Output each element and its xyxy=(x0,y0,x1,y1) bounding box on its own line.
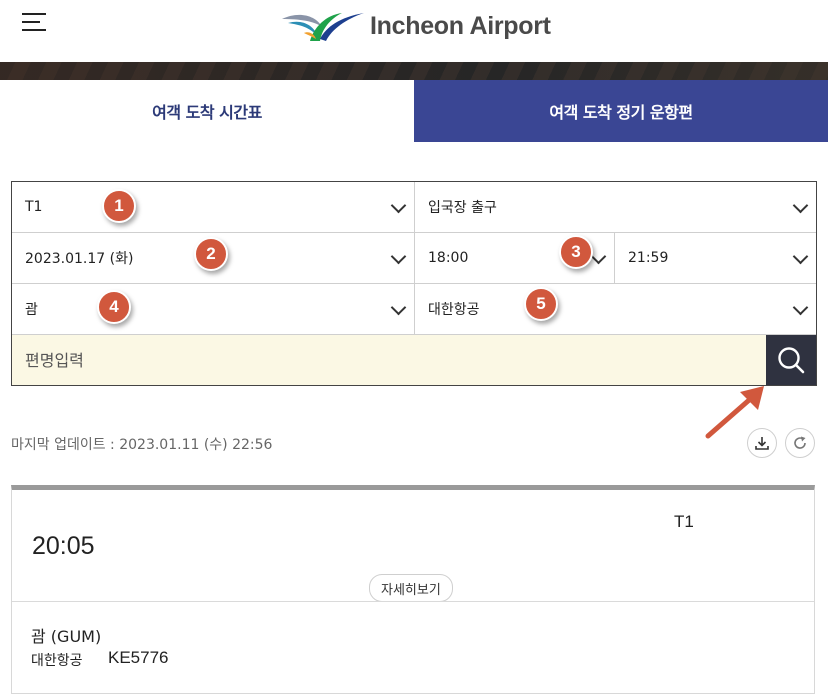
search-icon xyxy=(778,347,805,374)
time-to-select[interactable]: 21:59 xyxy=(614,233,816,283)
flight-number: KE5776 xyxy=(108,648,169,667)
airline-select[interactable]: 대한항공 xyxy=(414,284,816,334)
download-button[interactable] xyxy=(747,428,777,458)
exit-value: 입국장 출구 xyxy=(428,200,497,216)
tab-bar: 여객 도착 시간표 여객 도착 정기 운항편 xyxy=(0,80,828,142)
detail-button[interactable]: 자세히보기 xyxy=(369,574,453,602)
tab-regular-arrivals[interactable]: 여객 도착 정기 운항편 xyxy=(414,80,828,142)
chevron-down-icon xyxy=(390,248,407,265)
search-button[interactable] xyxy=(766,335,816,385)
time-to-value: 21:59 xyxy=(628,250,669,266)
refresh-icon xyxy=(794,436,806,449)
time-from-value: 18:00 xyxy=(428,250,469,266)
last-update-text: 마지막 업데이트 : 2023.01.11 (수) 22:56 xyxy=(11,437,273,453)
flight-number-input[interactable] xyxy=(12,335,766,385)
flight-destination: 괌 (GUM) xyxy=(31,627,102,646)
flight-time: 20:05 xyxy=(32,532,95,560)
annotation-badge-3: 3 xyxy=(559,235,593,269)
chevron-down-icon xyxy=(792,248,809,265)
chevron-down-icon xyxy=(390,197,407,214)
hamburger-menu-icon[interactable] xyxy=(22,13,48,33)
airline-value: 대한항공 xyxy=(428,302,480,318)
chevron-down-icon xyxy=(390,299,407,316)
logo-text: Incheon Airport xyxy=(370,11,551,40)
annotation-badge-1: 1 xyxy=(102,189,136,223)
incheon-airport-logo-icon xyxy=(282,13,364,41)
exit-select[interactable]: 입국장 출구 xyxy=(414,182,816,232)
annotation-badge-5: 5 xyxy=(524,287,558,321)
origin-value: 괌 xyxy=(25,302,38,318)
refresh-button[interactable] xyxy=(785,428,815,458)
annotation-badge-4: 4 xyxy=(97,290,131,324)
annotation-badge-2: 2 xyxy=(194,237,228,271)
flight-card: 20:05 T1 자세히보기 괌 (GUM) 대한항공 KE5776 xyxy=(11,485,815,694)
date-value: 2023.01.17 (화) xyxy=(25,251,134,267)
tab-arrival-timetable[interactable]: 여객 도착 시간표 xyxy=(0,80,414,142)
flight-terminal: T1 xyxy=(674,512,694,531)
header-banner-image xyxy=(0,62,828,81)
flight-airline: 대한항공 xyxy=(31,653,83,669)
divider xyxy=(12,601,814,602)
header: Incheon Airport xyxy=(0,0,828,62)
terminal-value: T1 xyxy=(25,199,43,215)
chevron-down-icon xyxy=(590,248,607,265)
incheon-airport-logo[interactable]: Incheon Airport xyxy=(280,4,551,48)
chevron-down-icon xyxy=(792,197,809,214)
origin-select[interactable]: 괌 xyxy=(12,284,414,334)
download-icon xyxy=(755,437,769,450)
chevron-down-icon xyxy=(792,299,809,316)
terminal-select[interactable]: T1 xyxy=(12,182,414,232)
